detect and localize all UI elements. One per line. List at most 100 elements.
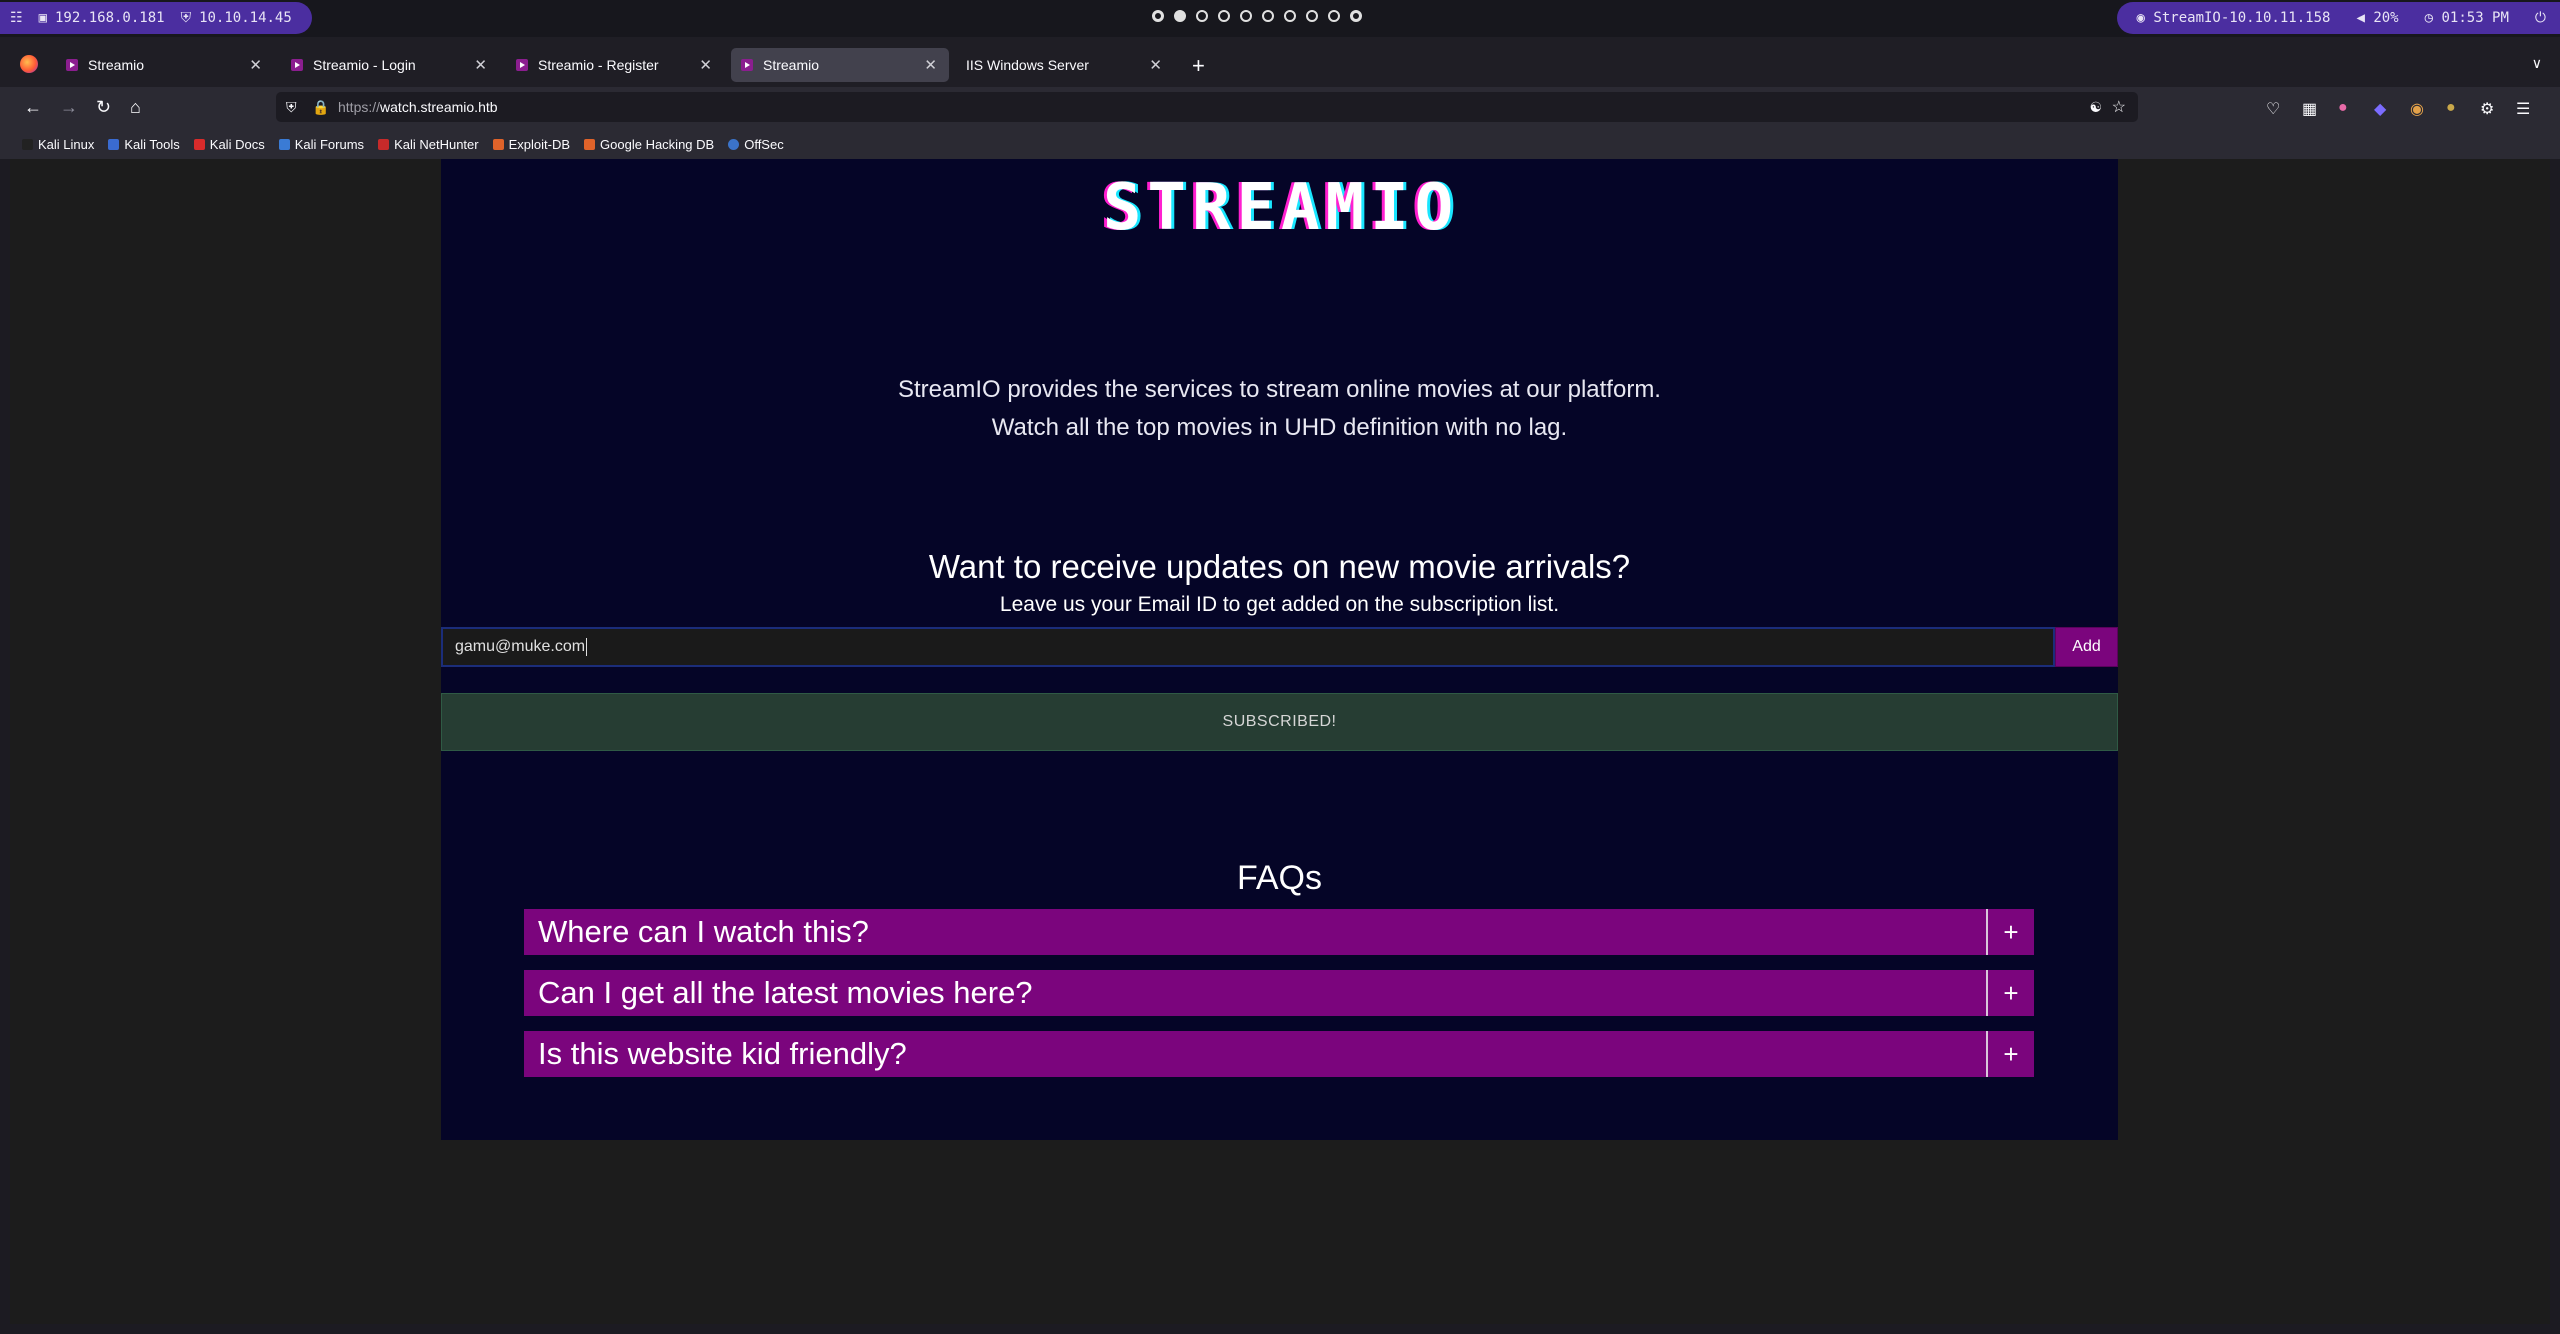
pocket-icon[interactable]: ♡ [2266,99,2280,119]
list-all-tabs-chevron-icon[interactable]: ∨ [2532,55,2542,72]
address-bar[interactable]: ⛨ 🔒 https://watch.streamio.htb ☯ ☆ [276,92,2138,122]
target-icon: ◉ [2136,10,2145,26]
tagline-line-1: StreamIO provides the services to stream… [898,376,1661,403]
bookmark-star-icon[interactable]: ☆ [2112,97,2126,117]
bookmark-label: OffSec [744,136,784,152]
url-host: watch.streamio.htb [380,99,498,115]
volume[interactable]: ◀ 20% [2356,10,2398,26]
faq-item-where-watch[interactable]: Where can I watch this? + [524,909,2034,955]
kali-nethunter-icon [378,138,390,150]
workspace-5[interactable] [1240,10,1252,22]
workspace-9[interactable] [1328,10,1340,22]
workspace-switcher[interactable] [1152,10,1362,22]
streamio-favicon-icon [66,59,78,71]
tab-label: Streamio [763,57,820,73]
close-tab-icon[interactable]: ✕ [1149,56,1162,74]
google-hacking-db-icon [584,138,596,150]
workspace-8[interactable] [1306,10,1318,22]
bookmark-label: Kali Forums [294,136,365,152]
bookmark-kali-tools[interactable]: Kali Tools [108,136,180,152]
status-pill: ◉ StreamIO-10.10.11.158 ◀ 20% ◷ 01:53 PM… [2116,2,2560,34]
hamburger-menu-icon[interactable]: ☰ [2516,99,2530,119]
lock-icon[interactable]: 🔒 [312,99,329,116]
updates-subtext: Leave us your Email ID to get added on t… [999,593,1560,616]
workspace-4[interactable] [1218,10,1230,22]
target-machine: ◉ StreamIO-10.10.11.158 [2137,10,2331,26]
tab-iis-windows-server[interactable]: IIS Windows Server ✕ [956,48,1174,82]
bookmark-label: Kali Tools [124,136,180,152]
volume-label: 20% [2373,10,2399,26]
kali-linux-icon [22,138,33,150]
workspace-6[interactable] [1262,10,1274,22]
reload-icon[interactable]: ↻ [96,97,111,118]
bookmark-kali-docs[interactable]: Kali Docs [193,137,265,152]
tab-label: IIS Windows Server [966,57,1089,73]
bookmark-offsec[interactable]: OffSec [728,137,784,152]
power-icon[interactable]: ⏻ [2535,10,2546,26]
bookmark-label: Google Hacking DB [600,136,715,152]
apps-menu-icon[interactable]: ☷ [10,10,23,26]
back-arrow-icon[interactable]: ← [24,97,42,118]
workspace-3[interactable] [1196,10,1208,22]
streamio-favicon-icon [516,59,528,71]
bookmark-exploit-db[interactable]: Exploit-DB [492,136,571,152]
workspace-7[interactable] [1284,10,1296,22]
bookmark-label: Exploit-DB [508,136,571,152]
local-ip: ▣ 192.168.0.181 [39,10,165,26]
workspace-10[interactable] [1350,10,1362,22]
vpn-ip-label: 10.10.14.45 [199,10,292,26]
bookmarks-bar: Kali Linux Kali Tools Kali Docs Kali For… [0,129,2560,159]
bookmark-google-hacking-db[interactable]: Google Hacking DB [584,137,714,152]
offsec-icon [728,138,740,150]
close-tab-icon[interactable]: ✕ [699,56,712,74]
add-button[interactable]: Add [2055,627,2118,667]
page-viewport: STREAMIO StreamIO provides the services … [10,159,2550,1324]
forward-arrow-icon[interactable]: → [60,97,78,118]
tab-streamio-active[interactable]: Streamio ✕ [731,48,949,82]
clock: ◷ 01:53 PM [2425,10,2509,26]
clock-label: 01:53 PM [2441,10,2509,26]
faq-question: Where can I watch this? [538,914,869,949]
url-text[interactable]: https://watch.streamio.htb [338,99,498,115]
updates-heading: Want to receive updates on new movie arr… [928,548,1631,585]
close-tab-icon[interactable]: ✕ [474,56,487,74]
faq-question: Is this website kid friendly? [538,1036,907,1071]
wappalyzer-icon[interactable]: ◆ [2374,99,2386,119]
tab-label: Streamio - Register [538,57,659,73]
workspace-2[interactable] [1174,10,1186,22]
close-tab-icon[interactable]: ✕ [249,56,262,74]
tab-streamio-register[interactable]: Streamio - Register ✕ [506,48,724,82]
system-top-bar: ☷ ▣ 192.168.0.181 ⛨ 10.10.14.45 ◉ StreamIO… [0,0,2560,37]
foxyproxy-icon[interactable]: ● [2338,99,2348,117]
expand-plus-icon[interactable]: + [1986,1031,2034,1077]
tracking-shield-icon[interactable]: ⛨ [286,99,297,116]
close-tab-icon[interactable]: ✕ [924,56,937,74]
streamio-logo: STREAMIO [1102,171,1460,245]
new-tab-button[interactable]: + [1192,53,1205,79]
expand-plus-icon[interactable]: + [1986,909,2034,955]
cookie-editor-icon[interactable]: ◉ [2410,99,2424,119]
tab-label: Streamio [88,57,145,73]
bookmark-kali-forums[interactable]: Kali Forums [278,136,365,152]
network-info-pill: ☷ ▣ 192.168.0.181 ⛨ 10.10.14.45 [0,2,312,34]
home-icon[interactable]: ⌂ [130,97,141,118]
expand-plus-icon[interactable]: + [1986,970,2034,1016]
faq-item-latest-movies[interactable]: Can I get all the latest movies here? + [524,970,2034,1016]
settings-gear-icon[interactable]: ⚙ [2480,99,2494,119]
tab-streamio-login[interactable]: Streamio - Login ✕ [281,48,499,82]
workspace-1[interactable] [1152,10,1164,22]
bookmark-kali-nethunter[interactable]: Kali NetHunter [378,137,479,152]
email-input[interactable]: gamu@muke.com [441,627,2055,667]
tab-streamio-1[interactable]: Streamio ✕ [56,48,274,82]
faq-item-kid-friendly[interactable]: Is this website kid friendly? + [524,1031,2034,1077]
subscribed-alert: SUBSCRIBED! [441,693,2118,751]
page-content: STREAMIO StreamIO provides the services … [441,159,2118,1140]
extensions-puzzle-icon[interactable]: ▦ [2302,99,2317,119]
bookmark-kali-linux[interactable]: Kali Linux [22,137,94,152]
clock-icon: ◷ [2424,10,2434,26]
translate-icon[interactable]: ☯ [2089,99,2102,116]
navigation-bar: ← → ↻ ⌂ ⛨ 🔒 https://watch.streamio.htb ☯… [0,87,2560,129]
firefox-icon [20,55,38,73]
kali-tools-icon [108,138,120,150]
extension-icon[interactable]: ● [2446,99,2456,117]
